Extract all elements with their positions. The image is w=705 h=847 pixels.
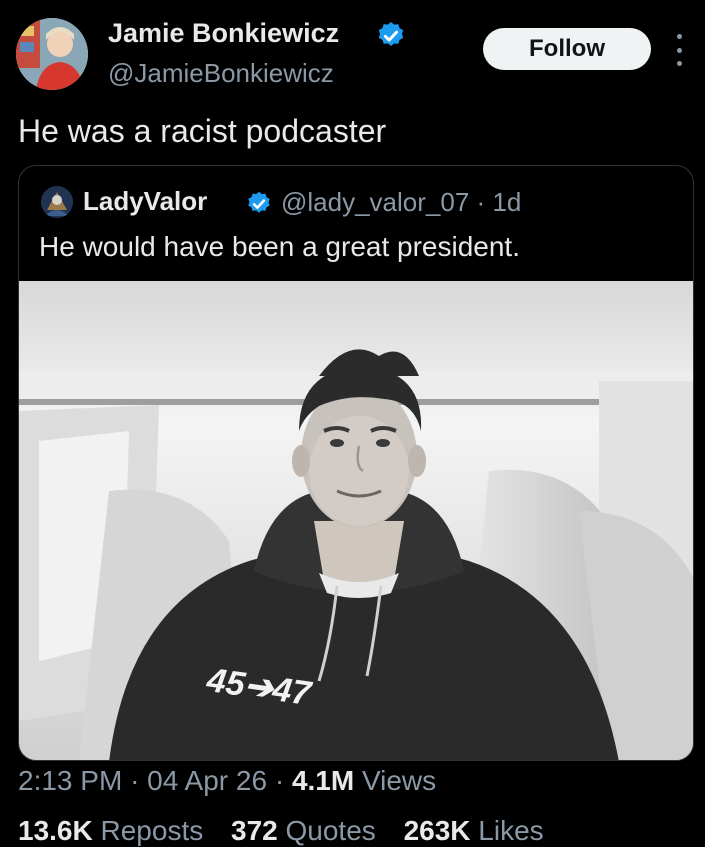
author-name[interactable]: Jamie Bonkiewicz [108, 18, 339, 49]
quote-author-name[interactable]: LadyValor [83, 186, 207, 217]
follow-button[interactable]: Follow [483, 28, 651, 70]
tweet-time[interactable]: 2:13 PM [18, 765, 122, 796]
tweet-date[interactable]: 04 Apr 26 [147, 765, 267, 796]
quotes-stat[interactable]: 372 Quotes [231, 815, 376, 846]
meta-separator: · [274, 765, 285, 796]
views-label: Views [361, 765, 437, 796]
quote-text: He would have been a great president. [39, 231, 520, 262]
tweet-timestamp: 2:13 PM · 04 Apr 26 · 4.1M Views [18, 765, 436, 797]
more-vertical-icon[interactable] [672, 34, 686, 66]
reposts-stat[interactable]: 13.6K Reposts [18, 815, 203, 846]
quotes-label: Quotes [285, 815, 376, 846]
quote-verified-badge-icon [248, 191, 270, 213]
quoted-tweet-card[interactable]: LadyValor @lady_valor_07 · 1d He would h… [18, 165, 694, 761]
meta-separator: · [130, 765, 140, 796]
reposts-count: 13.6K [18, 815, 93, 846]
quote-author-handle[interactable]: @lady_valor_07 [281, 187, 469, 217]
tweet-stats: 13.6K Reposts 372 Quotes 263K Likes [18, 815, 544, 847]
author-avatar[interactable] [16, 18, 88, 90]
quotes-count: 372 [231, 815, 278, 846]
quote-avatar-image [41, 186, 73, 218]
views-count: 4.1M [291, 765, 355, 796]
likes-count: 263K [403, 815, 471, 846]
quote-author-avatar[interactable] [41, 186, 73, 218]
avatar-image [16, 18, 88, 90]
quote-separator: · [476, 187, 486, 217]
quote-meta: @lady_valor_07 · 1d [281, 187, 521, 218]
quote-photo[interactable]: 45➔47 [19, 281, 694, 761]
likes-label: Likes [478, 815, 544, 846]
reposts-label: Reposts [100, 815, 204, 846]
quote-age[interactable]: 1d [492, 187, 521, 217]
author-handle[interactable]: @JamieBonkiewicz [108, 58, 334, 89]
tweet-text: He was a racist podcaster [18, 113, 387, 149]
likes-stat[interactable]: 263K Likes [404, 815, 544, 846]
verified-badge-icon [378, 22, 404, 46]
